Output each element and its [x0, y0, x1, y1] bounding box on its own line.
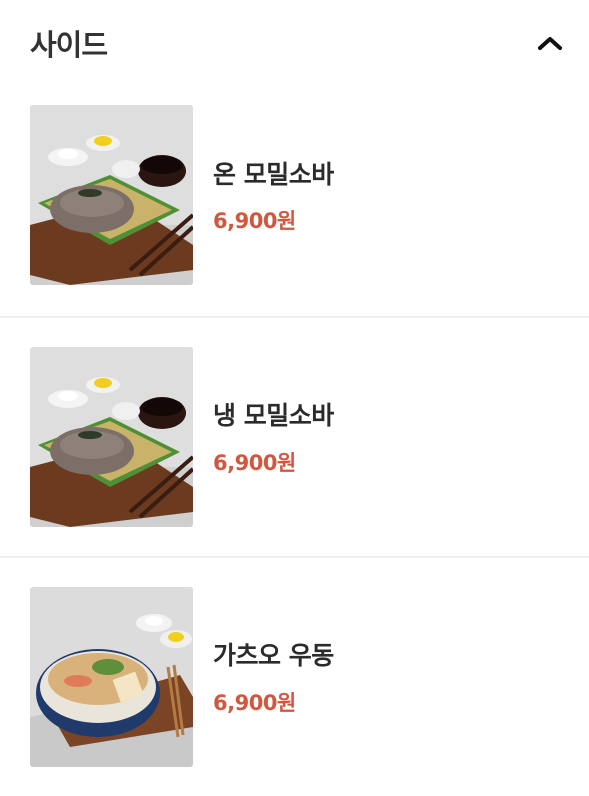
item-price: 6,900원 [213, 691, 296, 715]
chevron-up-icon [538, 37, 562, 50]
soba-set-photo [30, 347, 193, 527]
item-name: 냉 모밀소바 [213, 401, 334, 430]
udon-bowl-photo [30, 587, 193, 767]
item-name: 온 모밀소바 [213, 160, 334, 189]
section-title: 사이드 [30, 28, 108, 62]
collapse-button[interactable] [533, 26, 567, 60]
menu-list: 온 모밀소바 6,900원 냉 모밀소바 6,900원 가츠오 우동 6,900… [0, 84, 589, 796]
menu-item[interactable]: 가츠오 우동 6,900원 [0, 556, 589, 796]
soba-set-photo [30, 105, 193, 285]
section-header: 사이드 [0, 0, 589, 84]
menu-item[interactable]: 온 모밀소바 6,900원 [0, 84, 589, 316]
item-price: 6,900원 [213, 451, 296, 475]
item-name: 가츠오 우동 [213, 641, 334, 670]
item-price: 6,900원 [213, 209, 296, 233]
menu-item[interactable]: 냉 모밀소바 6,900원 [0, 316, 589, 556]
